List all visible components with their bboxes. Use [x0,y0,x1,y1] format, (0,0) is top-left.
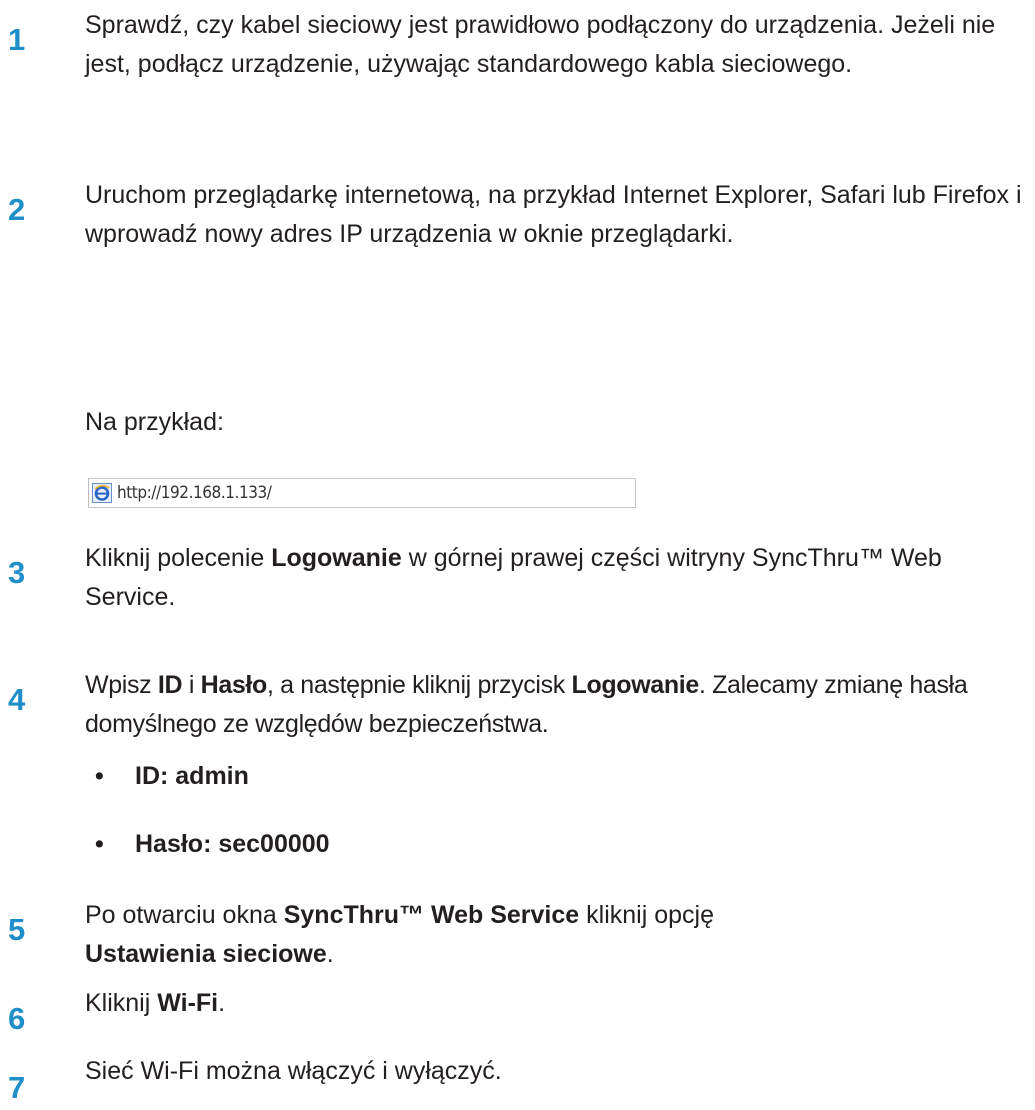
bullet-text: Hasło: sec00000 [135,830,330,858]
ie-browser-icon [92,483,112,503]
step-number: 3 [8,555,26,590]
bullet-marker: • [95,830,104,858]
step-number: 7 [8,1070,26,1105]
step-text: Sieć Wi-Fi można włączyć i wyłączyć. [85,1057,502,1085]
step-number: 2 [8,192,26,227]
step-text: Kliknij polecenie Logowanie w górnej pra… [85,544,942,611]
bullet-marker: • [95,762,104,790]
step-text: Kliknij Wi-Fi. [85,989,226,1017]
bold-term: Ustawienia sieciowe [85,940,327,968]
bold-term: SyncThru™ Web Service [283,901,580,929]
bold-term: Wi-Fi [157,989,219,1017]
step-text: Po otwarciu okna SyncThru™ Web Service k… [85,901,714,968]
example-label: Na przykład: [85,408,224,436]
step-number: 1 [8,22,26,57]
bullet-item: • Hasło: sec00000 [95,825,330,864]
bullet-text: ID: admin [135,762,249,790]
step-number: 4 [8,682,26,717]
bullet-item: • ID: admin [95,757,249,796]
bold-term: Logowanie [571,671,700,699]
step-number: 6 [8,1001,26,1036]
bold-term: Logowanie [271,544,402,572]
step-number: 5 [8,912,26,947]
step-text: Sprawdź, czy kabel sieciowy jest prawidł… [85,11,996,78]
bold-term: ID [157,671,183,699]
bold-term: Hasło [200,671,268,699]
step-text: Wpisz ID i Hasło, a następnie kliknij pr… [85,671,968,738]
address-url: http://192.168.1.133/ [117,483,272,503]
browser-address-bar: http://192.168.1.133/ [88,478,636,508]
step-text: Uruchom przeglądarkę internetową, na prz… [85,181,1022,248]
